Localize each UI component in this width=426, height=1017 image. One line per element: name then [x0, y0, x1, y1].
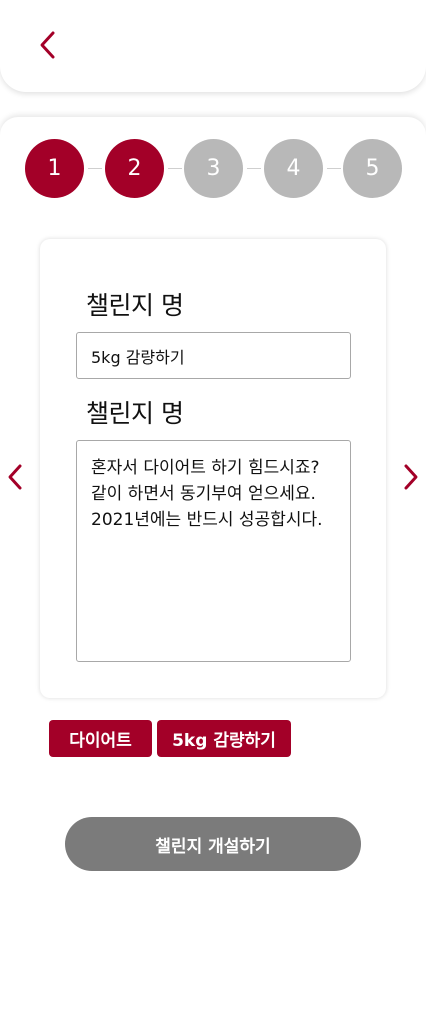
back-button[interactable]	[32, 28, 62, 62]
chevron-left-icon	[8, 464, 22, 490]
create-challenge-button[interactable]: 챌린지 개설하기	[65, 817, 361, 871]
challenge-description-label: 챌린지 명	[86, 399, 184, 428]
challenge-name-input[interactable]	[76, 332, 351, 379]
step-1[interactable]: 1	[25, 139, 84, 198]
step-indicator: 1 2 3 4 5	[25, 139, 402, 199]
step-2[interactable]: 2	[105, 139, 164, 198]
chevron-right-icon	[404, 464, 418, 490]
tag-chip[interactable]: 5kg 감량하기	[157, 720, 291, 757]
step-connector	[247, 168, 261, 169]
next-button[interactable]	[401, 460, 421, 494]
chevron-left-icon	[40, 31, 55, 59]
challenge-description-input[interactable]: 혼자서 다이어트 하기 힘드시죠? 같이 하면서 동기부여 얻으세요. 2021…	[76, 440, 351, 662]
tag-chip[interactable]: 다이어트	[49, 720, 152, 757]
step-connector	[88, 168, 102, 169]
step-4[interactable]: 4	[264, 139, 323, 198]
top-app-bar	[0, 0, 426, 92]
step-3[interactable]: 3	[184, 139, 243, 198]
challenge-name-label: 챌린지 명	[86, 291, 184, 320]
step-5[interactable]: 5	[343, 139, 402, 198]
prev-button[interactable]	[5, 460, 25, 494]
step-connector	[168, 168, 182, 169]
step-connector	[327, 168, 341, 169]
